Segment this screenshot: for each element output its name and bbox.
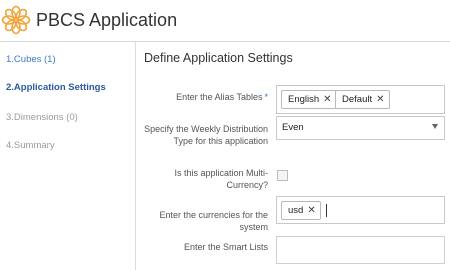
tag-label: Default — [342, 94, 373, 105]
app-logo-icon — [1, 5, 31, 35]
text-cursor — [326, 204, 327, 217]
step-dimensions: 3.Dimensions (0) — [6, 112, 78, 123]
section-title: Define Application Settings — [144, 51, 293, 65]
remove-tag-icon[interactable]: ✕ — [323, 94, 331, 105]
app-header: PBCS Application — [0, 0, 450, 42]
multi-currency-checkbox[interactable] — [277, 170, 288, 181]
step-application-settings[interactable]: 2.Application Settings — [6, 82, 106, 93]
tag-label: usd — [288, 205, 304, 216]
wizard-steps-sidebar: 1.Cubes (1) 2.Application Settings 3.Dim… — [0, 42, 136, 270]
alias-tables-label: Enter the Alias Tables * — [142, 91, 268, 103]
settings-form: Define Application Settings Enter the Al… — [136, 42, 450, 270]
distribution-label: Specify the Weekly Distribution Type for… — [144, 124, 268, 146]
smart-lists-label: Enter the Smart Lists — [183, 242, 268, 252]
step-cubes[interactable]: 1.Cubes (1) — [6, 54, 56, 65]
remove-tag-icon[interactable]: ✕ — [307, 205, 315, 216]
alias-tag-english: English ✕ — [281, 90, 337, 109]
step-summary: 4.Summary — [6, 140, 55, 151]
currencies-label: Enter the currencies for the system — [159, 210, 268, 232]
remove-tag-icon[interactable]: ✕ — [376, 94, 384, 105]
alias-tables-label-text: Enter the Alias Tables — [176, 92, 263, 102]
currency-tag-usd: usd ✕ — [281, 201, 321, 220]
alias-tag-default: Default ✕ — [335, 90, 390, 109]
required-marker: * — [264, 92, 268, 102]
tag-label: English — [288, 94, 320, 105]
multi-currency-label: Is this application Multi-Currency? — [174, 168, 268, 190]
alias-tables-input[interactable]: English ✕ Default ✕ — [276, 85, 445, 114]
distribution-value: Even — [282, 122, 304, 133]
smart-lists-input[interactable] — [276, 236, 445, 264]
app-title: PBCS Application — [36, 10, 178, 30]
distribution-select[interactable]: Even — [276, 116, 445, 140]
chevron-down-icon — [432, 124, 438, 129]
currencies-input[interactable]: usd ✕ — [276, 196, 445, 224]
